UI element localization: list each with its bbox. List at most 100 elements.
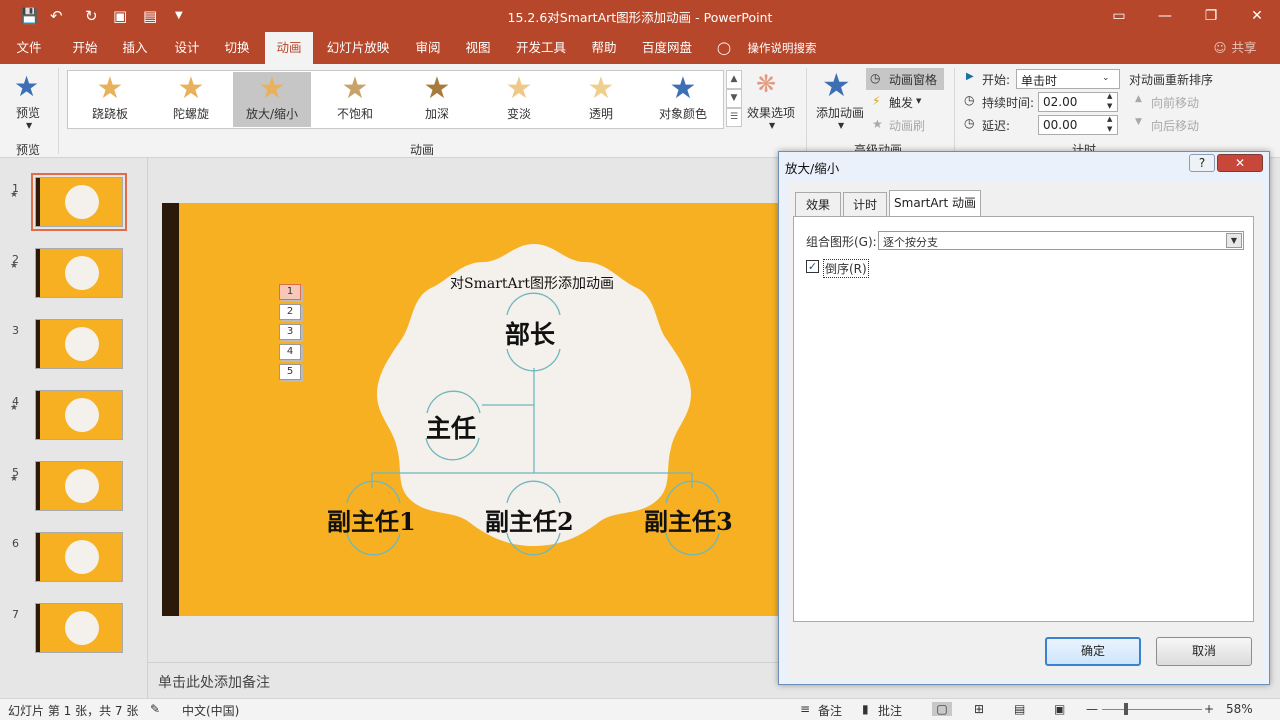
- tab-help[interactable]: 帮助: [584, 32, 624, 64]
- anim-lighten[interactable]: ★ 变淡: [480, 72, 558, 127]
- tell-me-search[interactable]: 操作说明搜索: [740, 32, 824, 64]
- org-node-sub1[interactable]: 副主任1: [327, 502, 416, 537]
- trigger-dropdown-icon[interactable]: ▼: [916, 97, 921, 105]
- ok-button[interactable]: 确定: [1045, 637, 1141, 666]
- anim-desaturate[interactable]: ★ 不饱和: [316, 72, 394, 127]
- animation-order-tag[interactable]: 5: [279, 364, 301, 380]
- close-button[interactable]: ✕: [1242, 4, 1272, 28]
- tab-view[interactable]: 视图: [458, 32, 498, 64]
- duration-input[interactable]: 02.00: [1038, 92, 1118, 112]
- slide-thumbnail-1[interactable]: [31, 173, 127, 231]
- share-icon[interactable]: ☺: [1212, 32, 1228, 64]
- animation-order-tag[interactable]: 2: [279, 304, 301, 320]
- add-animation-button[interactable]: 添加动画: [816, 104, 864, 121]
- anim-spin[interactable]: ★ 陀螺旋: [152, 72, 230, 127]
- thumb-shape: [65, 540, 99, 574]
- tab-design[interactable]: 设计: [166, 32, 208, 64]
- animation-pane-button[interactable]: 动画窗格: [889, 71, 937, 88]
- delay-input[interactable]: 00.00: [1038, 115, 1118, 135]
- anim-object-color[interactable]: ★ 对象颜色: [644, 72, 722, 127]
- animation-order-tag[interactable]: 1: [279, 284, 301, 300]
- slide-sorter-icon[interactable]: ⊞: [974, 702, 984, 716]
- effect-options-dropdown-icon[interactable]: ▼: [769, 121, 775, 130]
- add-animation-star-icon[interactable]: ★: [822, 66, 851, 104]
- move-earlier-button[interactable]: 向前移动: [1151, 94, 1199, 111]
- zoom-level[interactable]: 58%: [1226, 702, 1253, 716]
- org-node-sub2[interactable]: 副主任2: [485, 502, 574, 537]
- accessibility-icon[interactable]: ✎: [150, 702, 160, 716]
- add-animation-dropdown-icon[interactable]: ▼: [838, 121, 844, 130]
- dialog-tab-timing[interactable]: 计时: [843, 192, 887, 217]
- dialog-help-button[interactable]: ?: [1189, 154, 1215, 172]
- slide-thumbnail-3[interactable]: [35, 319, 123, 369]
- preview-button[interactable]: 预览: [16, 104, 40, 121]
- window-title: 15.2.6对SmartArt图形添加动画 - PowerPoint: [507, 10, 773, 25]
- select-chevron-down-icon[interactable]: ▼: [1226, 233, 1242, 248]
- reverse-order-label[interactable]: 倒序(R): [823, 259, 869, 278]
- notes-pane[interactable]: 单击此处添加备注: [148, 662, 780, 698]
- slide-canvas[interactable]: 对SmartArt图形添加动画 部长 主任 副主任1 副主任2 副主任3 1 2…: [162, 203, 778, 616]
- tab-developer[interactable]: 开发工具: [510, 32, 572, 64]
- language-indicator[interactable]: 中文(中国): [182, 702, 239, 719]
- move-later-button[interactable]: 向后移动: [1151, 117, 1199, 134]
- anim-transparency[interactable]: ★ 透明: [562, 72, 640, 127]
- slide-thumbnail-2[interactable]: [35, 248, 123, 298]
- start-select-chevron-icon[interactable]: ⌄: [1102, 73, 1110, 83]
- cancel-button[interactable]: 取消: [1156, 637, 1252, 666]
- animation-order-tag[interactable]: 3: [279, 324, 301, 340]
- slide-thumbnail-7[interactable]: [35, 603, 123, 653]
- tab-insert[interactable]: 插入: [114, 32, 156, 64]
- anim-seesaw[interactable]: ★ 跷跷板: [71, 72, 149, 127]
- notes-icon[interactable]: ≡: [800, 702, 810, 716]
- animation-painter-button[interactable]: 动画刷: [889, 117, 925, 134]
- comments-toggle[interactable]: 批注: [878, 702, 902, 719]
- anim-darken[interactable]: ★ 加深: [398, 72, 476, 127]
- preview-star-icon[interactable]: ★: [14, 70, 39, 103]
- minimize-button[interactable]: —: [1150, 4, 1180, 28]
- zoom-in-icon[interactable]: +: [1204, 702, 1214, 716]
- delay-spinner-icon[interactable]: ▲ ▼: [1107, 114, 1112, 134]
- zoom-slider-thumb[interactable]: [1124, 703, 1128, 715]
- org-node-boss[interactable]: 部长: [505, 315, 555, 351]
- trigger-button[interactable]: 触发: [889, 94, 913, 111]
- animation-order-tag[interactable]: 4: [279, 344, 301, 360]
- dialog-tab-effect[interactable]: 效果: [795, 192, 841, 217]
- tab-animations[interactable]: 动画: [265, 32, 313, 64]
- preview-dropdown-icon[interactable]: ▼: [26, 121, 32, 130]
- delay-label: 延迟:: [982, 119, 1011, 133]
- tab-baidu[interactable]: 百度网盘: [636, 32, 698, 64]
- restore-button[interactable]: ❐: [1196, 4, 1226, 28]
- slide-title[interactable]: 对SmartArt图形添加动画: [402, 273, 662, 293]
- slide-thumbnail-5[interactable]: [35, 461, 123, 511]
- slide-thumbnail-4[interactable]: [35, 390, 123, 440]
- duration-spinner-icon[interactable]: ▲ ▼: [1107, 91, 1112, 111]
- normal-view-icon[interactable]: ▢: [932, 702, 952, 716]
- tab-home[interactable]: 开始: [64, 32, 106, 64]
- dialog-tab-smartart[interactable]: SmartArt 动画: [889, 190, 981, 217]
- org-node-sub3[interactable]: 副主任3: [644, 502, 733, 537]
- gallery-more-icon[interactable]: ☰: [726, 108, 742, 127]
- gallery-up-icon[interactable]: ▲: [726, 70, 742, 89]
- tab-slideshow[interactable]: 幻灯片放映: [322, 32, 394, 64]
- zoom-out-icon[interactable]: —: [1086, 702, 1098, 716]
- group-graphic-select[interactable]: 逐个按分支 ▼: [878, 231, 1244, 250]
- comments-icon[interactable]: ▮: [862, 702, 869, 716]
- reading-view-icon[interactable]: ▤: [1014, 702, 1025, 716]
- effect-options-button[interactable]: 效果选项: [747, 104, 795, 121]
- org-node-assistant[interactable]: 主任: [426, 409, 476, 445]
- slide-thumbnail-6[interactable]: [35, 532, 123, 582]
- tab-transitions[interactable]: 切换: [216, 32, 258, 64]
- tab-file[interactable]: 文件: [8, 32, 50, 64]
- anim-grow-shrink[interactable]: ★ 放大/缩小: [233, 72, 311, 127]
- thumb-shape: [65, 256, 99, 290]
- tab-review[interactable]: 审阅: [408, 32, 448, 64]
- slideshow-view-icon[interactable]: ▣: [1054, 702, 1065, 716]
- dialog-close-button[interactable]: ✕: [1217, 154, 1263, 172]
- gallery-down-icon[interactable]: ▼: [726, 89, 742, 108]
- ribbon-display-icon[interactable]: ▭: [1104, 4, 1134, 28]
- share-button[interactable]: 共享: [1228, 32, 1260, 64]
- reverse-order-checkbox[interactable]: ✓: [806, 260, 819, 273]
- notes-toggle[interactable]: 备注: [818, 702, 842, 719]
- zoom-slider-track[interactable]: [1102, 709, 1202, 710]
- effect-options-icon[interactable]: ❋: [756, 70, 776, 98]
